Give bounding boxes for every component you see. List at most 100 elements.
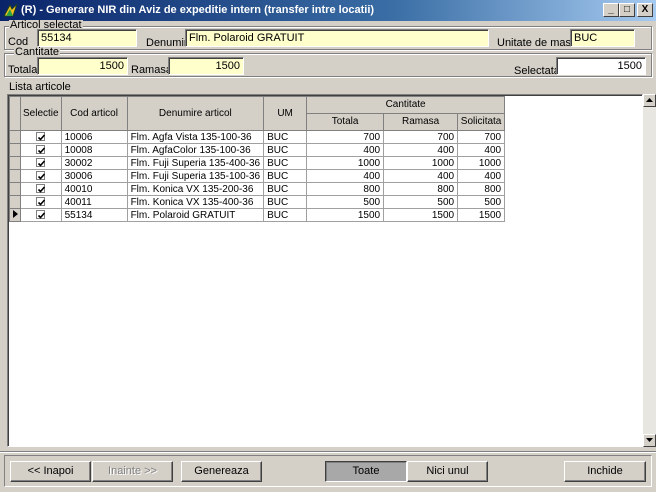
- close-button[interactable]: X: [637, 3, 653, 17]
- header-ramasa[interactable]: Ramasa: [383, 113, 459, 131]
- row-totala: 500: [306, 195, 385, 209]
- cod-field[interactable]: 55134: [37, 29, 137, 47]
- row-um: BUC: [263, 156, 308, 170]
- selectata-field[interactable]: 1500: [556, 57, 646, 75]
- ramasa-field[interactable]: 1500: [168, 57, 244, 75]
- row-um: BUC: [263, 169, 308, 183]
- check-icon: [38, 173, 46, 181]
- minimize-button[interactable]: _: [603, 3, 619, 17]
- header-denumire-articol[interactable]: Denumire articol: [126, 96, 265, 131]
- row-checkbox[interactable]: [36, 132, 46, 142]
- row-ramasa: 1500: [383, 208, 459, 222]
- header-totala[interactable]: Totala: [306, 113, 385, 131]
- row-selectie-cell[interactable]: [20, 143, 62, 157]
- row-checkbox[interactable]: [36, 197, 46, 207]
- check-icon: [38, 212, 46, 220]
- genereaza-button[interactable]: Genereaza: [181, 461, 262, 482]
- table-row[interactable]: 30006 Flm. Fuji Superia 135-100-36 BUC 400 4…: [9, 169, 506, 183]
- arrow-down-icon: [646, 438, 653, 442]
- row-denumire: Flm. Agfa Vista 135-100-36: [126, 130, 265, 144]
- window-title: (R) - Generare NIR din Aviz de expeditie…: [21, 4, 375, 16]
- unitate-masura-field[interactable]: BUC: [570, 29, 635, 47]
- row-cod: 10006: [60, 130, 128, 144]
- header-cantitate: Cantitate: [306, 96, 506, 114]
- separator: [0, 451, 656, 453]
- nici-unul-button[interactable]: Nici unul: [407, 461, 488, 482]
- row-selectie-cell[interactable]: [20, 182, 62, 196]
- row-denumire: Flm. Konica VX 135-200-36: [126, 182, 265, 196]
- table-row[interactable]: 10006 Flm. Agfa Vista 135-100-36 BUC 700 700…: [9, 130, 506, 144]
- row-ramasa: 1000: [383, 156, 459, 170]
- maximize-button[interactable]: □: [619, 3, 635, 17]
- row-indicator[interactable]: [9, 169, 21, 183]
- scroll-down-button[interactable]: [643, 434, 656, 447]
- scroll-up-button[interactable]: [643, 94, 656, 107]
- grid-vertical-scrollbar[interactable]: [643, 94, 656, 447]
- row-um: BUC: [263, 182, 308, 196]
- lista-articole-legend: Lista articole: [8, 81, 72, 93]
- check-icon: [38, 147, 46, 155]
- row-cod: 55134: [60, 208, 128, 222]
- title-bar: (R) - Generare NIR din Aviz de expeditie…: [0, 0, 656, 21]
- articles-grid[interactable]: Selectie Cod articol Denumire articol UM…: [7, 94, 643, 447]
- row-denumire: Flm. AgfaColor 135-100-36: [126, 143, 265, 157]
- arrow-up-icon: [646, 98, 653, 102]
- row-checkbox[interactable]: [36, 171, 46, 181]
- row-selectie-cell[interactable]: [20, 130, 62, 144]
- row-selectie-cell[interactable]: [20, 208, 62, 222]
- row-indicator[interactable]: [9, 208, 21, 222]
- row-indicator[interactable]: [9, 143, 21, 157]
- row-ramasa: 400: [383, 169, 459, 183]
- header-selectie[interactable]: Selectie: [20, 96, 62, 131]
- row-totala: 1000: [306, 156, 385, 170]
- inchide-button[interactable]: Inchide: [564, 461, 646, 482]
- table-row[interactable]: 55134 Flm. Polaroid GRATUIT BUC 1500 1500 150…: [9, 208, 506, 222]
- row-indicator[interactable]: [9, 156, 21, 170]
- row-cod: 10008: [60, 143, 128, 157]
- header-solicitata[interactable]: Solicitata: [457, 113, 506, 131]
- inapoi-button[interactable]: << Inapoi: [10, 461, 91, 482]
- toate-button[interactable]: Toate: [325, 461, 407, 482]
- check-icon: [38, 134, 46, 142]
- table-row[interactable]: 30002 Flm. Fuji Superia 135-400-36 BUC 1000…: [9, 156, 506, 170]
- row-cod: 40010: [60, 182, 128, 196]
- table-row[interactable]: 10008 Flm. AgfaColor 135-100-36 BUC 400 400 4…: [9, 143, 506, 157]
- row-solicitata: 1000: [457, 156, 506, 170]
- row-ramasa: 500: [383, 195, 459, 209]
- totala-label: Totala: [8, 64, 38, 76]
- totala-field[interactable]: 1500: [37, 57, 128, 75]
- row-cod: 40011: [60, 195, 128, 209]
- selectata-label: Selectata: [514, 65, 560, 77]
- inainte-button[interactable]: Inainte >>: [92, 461, 173, 482]
- indicator-header: [9, 96, 21, 131]
- row-cod: 30006: [60, 169, 128, 183]
- row-ramasa: 700: [383, 130, 459, 144]
- row-selectie-cell[interactable]: [20, 156, 62, 170]
- row-indicator[interactable]: [9, 195, 21, 209]
- articles-table: Selectie Cod articol Denumire articol UM…: [9, 96, 506, 222]
- row-selectie-cell[interactable]: [20, 195, 62, 209]
- row-checkbox[interactable]: [36, 158, 46, 168]
- row-pointer-icon: [12, 209, 18, 218]
- row-denumire: Flm. Polaroid GRATUIT: [126, 208, 265, 222]
- row-selectie-cell[interactable]: [20, 169, 62, 183]
- check-icon: [38, 199, 46, 207]
- row-checkbox[interactable]: [36, 184, 46, 194]
- header-um[interactable]: UM: [263, 96, 308, 131]
- row-indicator[interactable]: [9, 130, 21, 144]
- row-checkbox[interactable]: [36, 145, 46, 155]
- row-solicitata: 400: [457, 169, 506, 183]
- row-solicitata: 1500: [457, 208, 506, 222]
- row-totala: 1500: [306, 208, 385, 222]
- table-row[interactable]: 40010 Flm. Konica VX 135-200-36 BUC 800 800 8…: [9, 182, 506, 196]
- row-indicator[interactable]: [9, 182, 21, 196]
- header-cod-articol[interactable]: Cod articol: [60, 96, 128, 131]
- row-denumire: Flm. Konica VX 135-400-36: [126, 195, 265, 209]
- row-checkbox[interactable]: [36, 210, 46, 220]
- table-row[interactable]: 40011 Flm. Konica VX 135-400-36 BUC 500 500 5…: [9, 195, 506, 209]
- row-ramasa: 800: [383, 182, 459, 196]
- row-solicitata: 700: [457, 130, 506, 144]
- denumire-field[interactable]: Flm. Polaroid GRATUIT: [185, 29, 489, 47]
- ramasa-label: Ramasa: [131, 64, 172, 76]
- row-totala: 400: [306, 143, 385, 157]
